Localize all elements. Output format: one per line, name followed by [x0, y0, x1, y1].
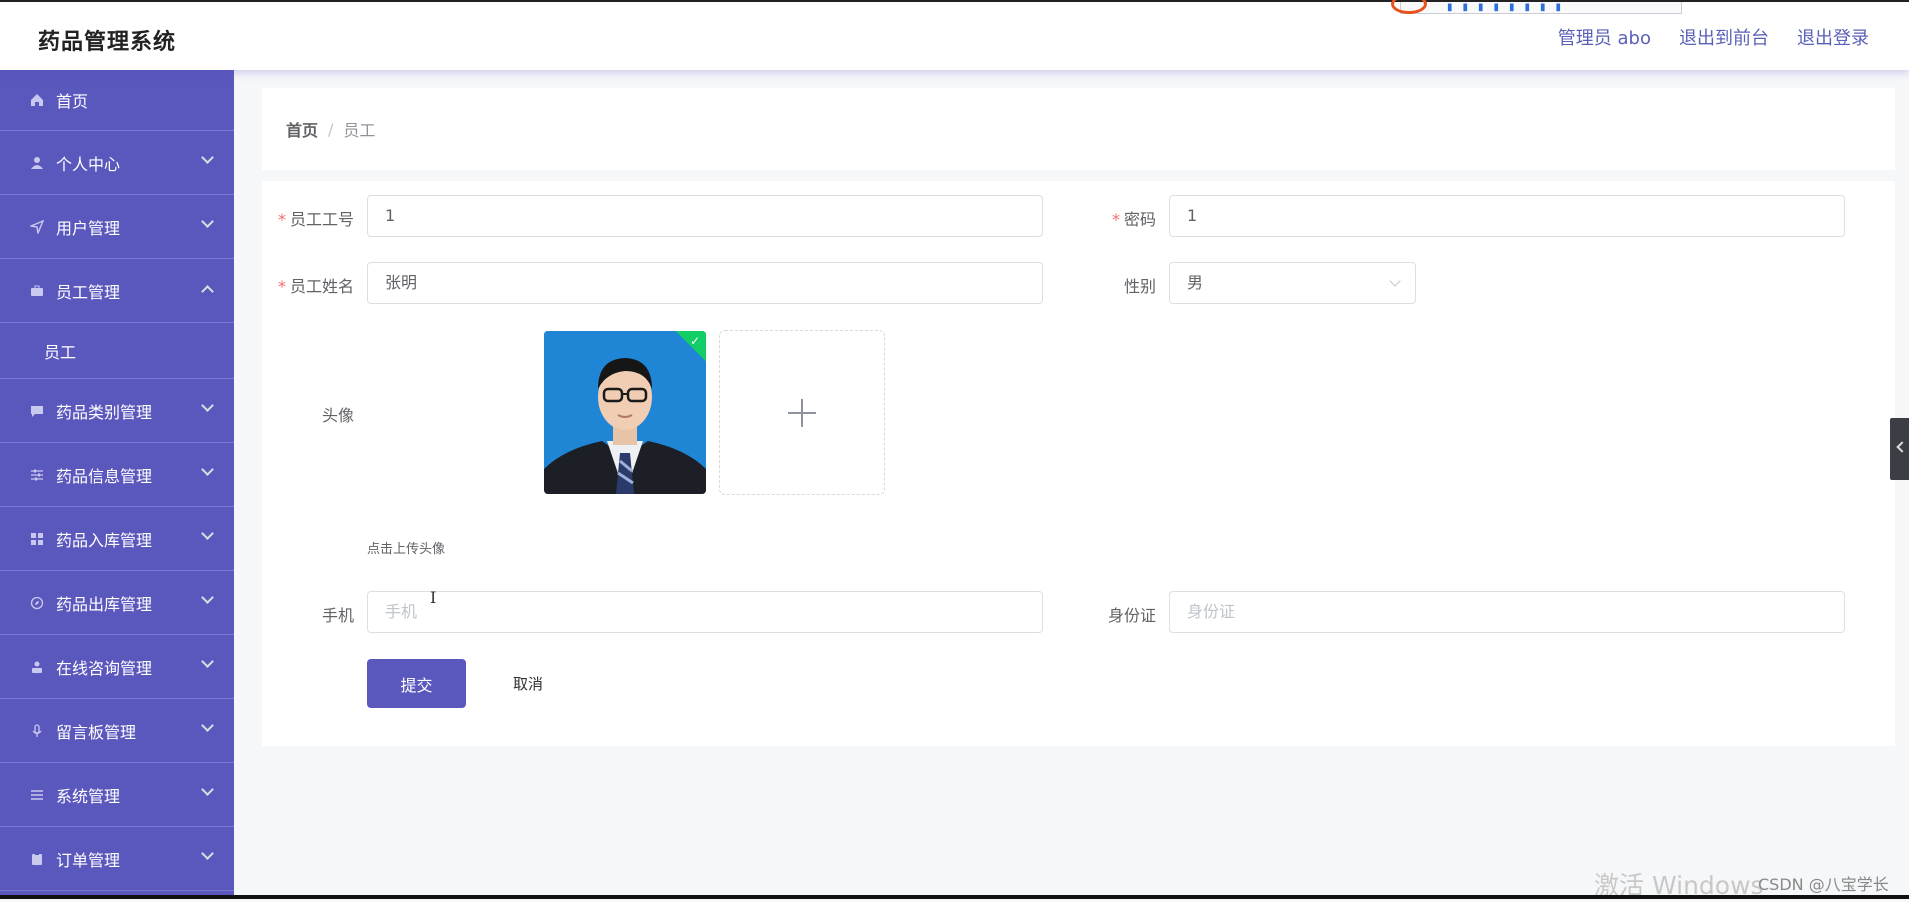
chevron-down-icon: [201, 527, 214, 540]
briefcase-icon: [28, 282, 46, 300]
sidebar-item-label: 在线咨询管理: [56, 658, 153, 678]
phone-input[interactable]: 手机: [367, 591, 1043, 633]
send-icon: [28, 218, 46, 236]
chevron-left-icon: [1896, 441, 1908, 453]
text-cursor-icon: I: [430, 588, 437, 607]
chevron-down-icon: [201, 591, 214, 604]
chat-icon: [28, 402, 46, 420]
sidebar-item-drug-info[interactable]: 药品信息管理: [0, 443, 234, 507]
chevron-down-icon: [201, 151, 214, 164]
grid-icon: [28, 530, 46, 548]
sidebar-item-employee-management[interactable]: 员工管理: [0, 259, 234, 323]
breadcrumb-separator: /: [328, 119, 334, 139]
sidebar: 首页 个人中心 用户管理 员工管理 员工 药品类别管理 药品信息管理 药品入库管…: [0, 70, 234, 899]
chevron-down-icon: [201, 399, 214, 412]
chevron-down-icon: [201, 719, 214, 732]
home-icon: [28, 91, 46, 109]
id-card-label: 身份证: [1107, 606, 1156, 625]
avatar-upload-button[interactable]: [719, 330, 885, 495]
id-card-input[interactable]: 身份证: [1169, 591, 1845, 633]
compass-icon: [28, 594, 46, 612]
admin-user-link[interactable]: 管理员 abo: [1558, 24, 1651, 50]
check-icon: ✓: [689, 334, 700, 348]
sliders-icon: [28, 466, 46, 484]
user-icon: [28, 154, 46, 172]
sidebar-item-drug-category[interactable]: 药品类别管理: [0, 379, 234, 443]
employee-no-input[interactable]: 1: [367, 195, 1043, 237]
list-icon: [28, 786, 46, 804]
chevron-up-icon: [201, 285, 214, 298]
sidebar-item-user-management[interactable]: 用户管理: [0, 195, 234, 259]
employee-no-label: * 员工工号: [277, 210, 354, 229]
avatar-image[interactable]: ✓: [544, 331, 706, 494]
breadcrumb-home[interactable]: 首页: [286, 117, 318, 141]
gender-label: 性别: [1123, 277, 1156, 296]
extension-icons: ▮▮▮▮▮▮▮▮: [1447, 2, 1572, 13]
sidebar-subitem-employee[interactable]: 员工: [0, 323, 234, 379]
sidebar-item-label: 个人中心: [56, 154, 121, 174]
chevron-down-icon: [201, 655, 214, 668]
chevron-down-icon: [1389, 275, 1401, 287]
submit-button[interactable]: 提交: [367, 659, 466, 708]
sidebar-item-order-management[interactable]: 订单管理: [0, 827, 234, 891]
side-panel-toggle[interactable]: [1890, 418, 1909, 480]
top-bar: 药品管理系统 ▮▮▮▮▮▮▮▮ 管理员 abo 退出到前台 退出登录: [0, 0, 1909, 70]
breadcrumb-current: 员工: [343, 121, 376, 140]
sidebar-item-label: 药品出库管理: [56, 594, 153, 614]
avatar-upload-tip: 点击上传头像: [367, 542, 446, 557]
password-label: * 密码: [1111, 210, 1156, 229]
csdn-watermark: CSDN @八宝学长: [1758, 875, 1889, 894]
sidebar-item-label: 用户管理: [56, 218, 121, 238]
mic-icon: [28, 722, 46, 740]
sidebar-item-label: 首页: [56, 92, 89, 111]
sidebar-item-label: 员工管理: [56, 282, 121, 302]
sidebar-item-personal-center[interactable]: 个人中心: [0, 131, 234, 195]
sidebar-item-drug-outbound[interactable]: 药品出库管理: [0, 571, 234, 635]
back-to-frontend-link[interactable]: 退出到前台: [1679, 24, 1769, 50]
chevron-down-icon: [201, 847, 214, 860]
sidebar-item-label: 药品信息管理: [56, 466, 153, 486]
bottom-border: [0, 895, 1909, 899]
breadcrumb: 首页 / 员工: [262, 88, 1895, 170]
sidebar-item-system-management[interactable]: 系统管理: [0, 763, 234, 827]
chevron-down-icon: [201, 215, 214, 228]
sidebar-item-online-consult[interactable]: 在线咨询管理: [0, 635, 234, 699]
sidebar-item-home[interactable]: 首页: [0, 70, 234, 131]
cancel-button[interactable]: 取消: [490, 659, 566, 708]
sidebar-item-label: 药品入库管理: [56, 530, 153, 550]
chevron-down-icon: [201, 463, 214, 476]
phone-label: 手机: [321, 606, 354, 625]
sidebar-item-label: 订单管理: [56, 850, 121, 870]
password-input[interactable]: 1: [1169, 195, 1845, 237]
app-title: 药品管理系统: [38, 30, 177, 55]
sidebar-item-drug-inbound[interactable]: 药品入库管理: [0, 507, 234, 571]
person-icon: [28, 658, 46, 676]
gender-select-value: 男: [1187, 273, 1204, 292]
top-nav: 管理员 abo 退出到前台 退出登录: [1558, 24, 1869, 50]
logout-link[interactable]: 退出登录: [1797, 24, 1869, 50]
sidebar-item-label: 系统管理: [56, 786, 121, 806]
sidebar-item-label: 留言板管理: [56, 722, 137, 742]
employee-name-input[interactable]: 张明: [367, 262, 1043, 304]
sidebar-item-label: 药品类别管理: [56, 402, 153, 422]
employee-name-label: * 员工姓名: [277, 277, 354, 296]
sidebar-item-message-board[interactable]: 留言板管理: [0, 699, 234, 763]
chevron-down-icon: [201, 783, 214, 796]
gender-select[interactable]: 男: [1169, 262, 1416, 304]
browser-extension-toolbar: ▮▮▮▮▮▮▮▮: [1391, 0, 1682, 14]
avatar-photo: [544, 331, 706, 494]
plus-icon-vertical: [801, 398, 803, 427]
avatar-label: 头像: [321, 406, 354, 425]
clipboard-icon: [28, 850, 46, 868]
extension-logo-icon: [1391, 0, 1427, 14]
